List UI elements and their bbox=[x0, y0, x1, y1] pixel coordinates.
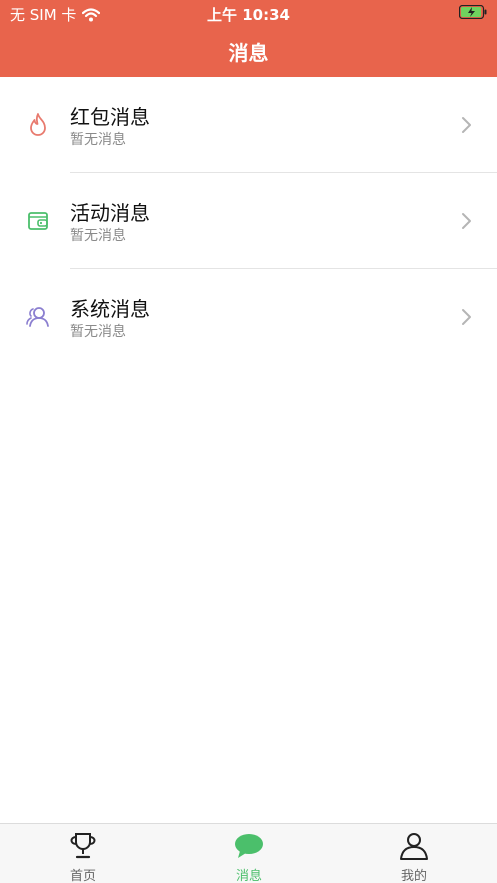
tab-label: 我的 bbox=[400, 869, 427, 883]
page-title: 消息 bbox=[228, 41, 269, 65]
chevron-right-icon bbox=[462, 117, 471, 133]
tab-messages[interactable]: 消息 bbox=[166, 824, 332, 883]
trophy-icon bbox=[70, 833, 96, 859]
message-row-activity[interactable]: 活动消息 暂无消息 bbox=[0, 173, 497, 269]
message-row-subtitle: 暂无消息 bbox=[70, 324, 126, 340]
wallet-icon bbox=[28, 212, 48, 230]
message-row-title: 红包消息 bbox=[70, 105, 150, 129]
flame-icon bbox=[30, 113, 46, 136]
app-header: 无 SIM 卡 上午 10:34 消息 bbox=[0, 0, 497, 77]
chevron-right-icon bbox=[462, 213, 471, 229]
person-icon bbox=[400, 833, 428, 860]
tab-bar: 首页 消息 我的 bbox=[0, 823, 497, 883]
message-row-title: 活动消息 bbox=[70, 201, 150, 225]
status-bar: 无 SIM 卡 上午 10:34 bbox=[0, 0, 497, 26]
message-row-title: 系统消息 bbox=[70, 297, 150, 321]
tab-label: 首页 bbox=[69, 869, 96, 883]
users-icon bbox=[26, 307, 49, 327]
message-row-red-packet[interactable]: 红包消息 暂无消息 bbox=[0, 77, 497, 173]
message-row-subtitle: 暂无消息 bbox=[70, 228, 126, 244]
tab-profile[interactable]: 我的 bbox=[331, 824, 497, 883]
tab-label: 消息 bbox=[235, 869, 262, 883]
chevron-right-icon bbox=[462, 309, 471, 325]
message-row-system[interactable]: 系统消息 暂无消息 bbox=[0, 269, 497, 365]
tab-home[interactable]: 首页 bbox=[0, 824, 166, 883]
chat-bubble-icon bbox=[235, 834, 263, 858]
battery-charging-icon bbox=[459, 5, 487, 19]
message-row-subtitle: 暂无消息 bbox=[70, 132, 126, 148]
message-list: 红包消息 暂无消息 活动消息 暂无消息 系统消息 暂无消息 bbox=[0, 77, 497, 365]
status-time: 上午 10:34 bbox=[207, 6, 290, 24]
